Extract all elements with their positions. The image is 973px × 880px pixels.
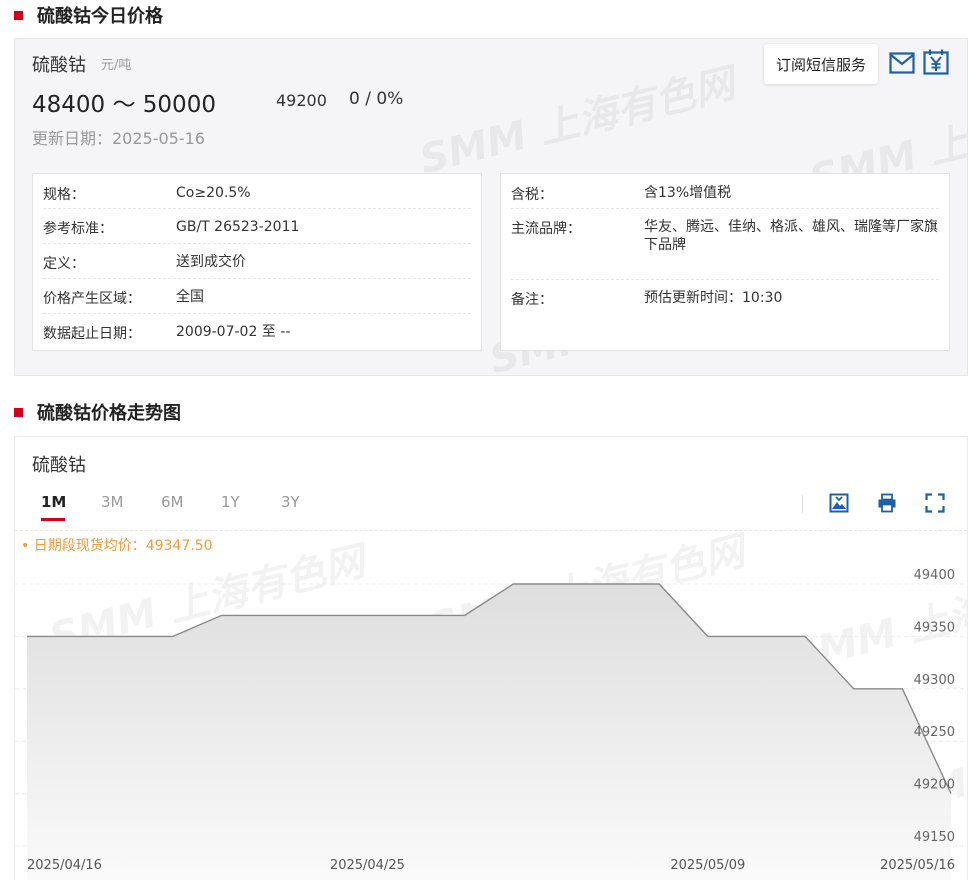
subscribe-sms-button[interactable]: 订阅短信服务 [764,44,878,84]
red-square-icon [14,10,23,20]
spec-value: 全国 [176,289,204,305]
section-title-today-price: 硫酸钴今日价格 [14,3,163,27]
x-tick-label: 2025/04/25 [330,858,405,873]
price-trend-chart: 49400 49350 49300 49250 49200 49150 2025/04/1… [15,568,967,880]
spec-value: 含13%增值税 [644,185,732,201]
price-unit: 元/吨 [101,58,132,73]
price-trend-panel: SMM 上海有色网 SMM 上海有色网 SMM 上海有色网 SMM 上海有色网 … [14,436,968,880]
spec-value: 预估更新时间：10:30 [644,290,783,306]
x-tick-label: 2025/05/09 [670,858,745,873]
update-date: 更新日期：2025-05-16 [32,129,205,148]
product-name: 硫酸钴 [32,55,86,76]
spec-label: 含税： [511,187,553,203]
section-title-text: 硫酸钴价格走势图 [37,403,181,424]
spec-row: 规格： Co≥20.5% [43,174,471,209]
spec-label: 备注： [511,292,553,308]
spec-label: 规格： [43,187,85,203]
price-change: 0 / 0% [349,89,404,109]
y-tick-label: 49400 [914,568,955,583]
spec-value: Co≥20.5% [176,185,251,201]
spec-value: 华友、腾远、佳纳、格派、雄风、瑞隆等厂家旗下品牌 [644,219,938,253]
spec-label: 定义： [43,256,85,272]
y-tick-label: 49350 [914,620,955,635]
spec-value: 送到成交价 [176,254,246,270]
spec-row: 含税： 含13%增值税 [511,174,939,209]
spec-row: 价格产生区域： 全国 [43,279,471,314]
spec-label: 数据起止日期： [43,326,141,342]
price-area [27,584,951,880]
today-price-panel: SMM 上海有色网 SMM 上海有色网 SMM 上海有色网 硫酸钴 元/吨 48… [14,38,968,376]
mail-icon[interactable] [889,52,915,74]
y-tick-label: 49200 [914,778,955,793]
red-square-icon [14,407,23,417]
spec-row: 参考标准： GB/T 26523-2011 [43,209,471,244]
section-title-text: 硫酸钴今日价格 [37,6,163,27]
price-range: 48400 ～ 50000 [32,92,216,118]
spec-row: 定义： 送到成交价 [43,244,471,279]
spec-value: GB/T 26523-2011 [176,219,300,235]
y-tick-label: 49250 [914,725,955,740]
spec-row: 主流品牌： 华友、腾远、佳纳、格派、雄风、瑞隆等厂家旗下品牌 [511,209,939,280]
spec-table-right: 含税： 含13%增值税 主流品牌： 华友、腾远、佳纳、格派、雄风、瑞隆等厂家旗下… [500,173,950,351]
calendar-yen-icon[interactable] [923,49,949,75]
y-tick-label: 49150 [914,830,955,845]
x-tick-label: 2025/05/16 [880,858,955,873]
spec-label: 主流品牌： [511,221,581,237]
x-tick-label: 2025/04/16 [27,858,102,873]
spec-label: 参考标准： [43,221,113,237]
average-price: 49200 [276,91,327,110]
section-title-price-trend: 硫酸钴价格走势图 [14,400,181,424]
spec-value: 2009-07-02 至 -- [176,324,291,340]
spec-row: 数据起止日期： 2009-07-02 至 -- [43,314,471,349]
spec-label: 价格产生区域： [43,291,141,307]
y-tick-label: 49300 [914,673,955,688]
spec-row: 备注： 预估更新时间：10:30 [511,280,939,315]
spec-table-left: 规格： Co≥20.5% 参考标准： GB/T 26523-2011 定义： 送… [32,173,482,351]
watermark: SMM 上海有色网 [415,60,740,184]
